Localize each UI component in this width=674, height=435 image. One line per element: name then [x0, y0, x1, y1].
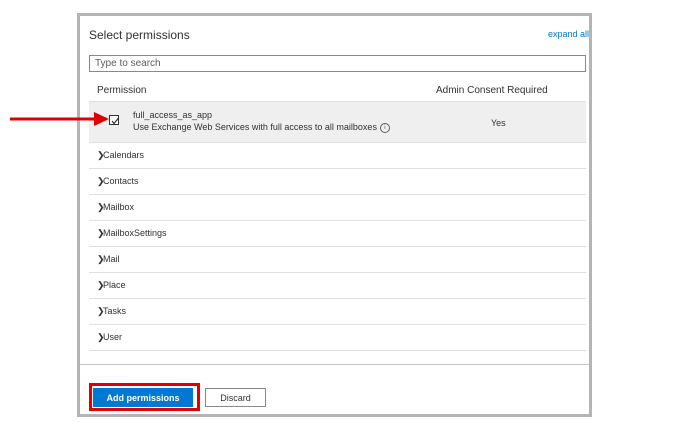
- expand-all-link[interactable]: expand all: [548, 29, 589, 39]
- search-input[interactable]: [89, 55, 586, 72]
- annotation-arrow-icon: [10, 112, 109, 126]
- group-label: Mailbox: [103, 202, 135, 212]
- group-row-calendars[interactable]: ❯ Calendars: [89, 143, 586, 168]
- group-label: Tasks: [103, 306, 127, 316]
- permission-checkbox[interactable]: [109, 115, 119, 125]
- panel-title: Select permissions: [89, 28, 190, 42]
- permissions-panel-frame: Select permissions expand all Permission…: [77, 13, 592, 417]
- permissions-panel: Select permissions expand all Permission…: [80, 16, 589, 414]
- group-row-contacts[interactable]: ❯ Contacts: [89, 169, 586, 194]
- footer-divider: [80, 364, 589, 365]
- group-label: Mail: [103, 254, 120, 264]
- group-label: User: [103, 332, 123, 342]
- admin-consent-value: Yes: [491, 118, 506, 128]
- group-row-mailboxsettings[interactable]: ❯ MailboxSettings: [89, 221, 586, 246]
- permission-name: full_access_as_app: [133, 110, 213, 120]
- group-row-mail[interactable]: ❯ Mail: [89, 247, 586, 272]
- group-row-mailbox[interactable]: ❯ Mailbox: [89, 195, 586, 220]
- column-header-admin-consent: Admin Consent Required: [436, 85, 548, 96]
- column-header-permission: Permission: [97, 85, 147, 96]
- group-label: Place: [103, 280, 126, 290]
- discard-button[interactable]: Discard: [205, 388, 266, 407]
- info-icon[interactable]: i: [379, 122, 390, 133]
- permission-description: Use Exchange Web Services with full acce…: [133, 122, 390, 133]
- group-row-user[interactable]: ❯ User: [89, 325, 586, 350]
- group-row-tasks[interactable]: ❯ Tasks: [89, 299, 586, 324]
- group-label: Calendars: [103, 150, 145, 160]
- add-permissions-button[interactable]: Add permissions: [93, 388, 193, 407]
- permission-description-text: Use Exchange Web Services with full acce…: [133, 122, 377, 132]
- checkmark-icon: [111, 117, 119, 125]
- group-row-place[interactable]: ❯ Place: [89, 273, 586, 298]
- group-label: Contacts: [103, 176, 139, 186]
- divider: [89, 350, 586, 351]
- permission-row-full-access: full_access_as_app Use Exchange Web Serv…: [89, 102, 586, 142]
- group-label: MailboxSettings: [103, 228, 167, 238]
